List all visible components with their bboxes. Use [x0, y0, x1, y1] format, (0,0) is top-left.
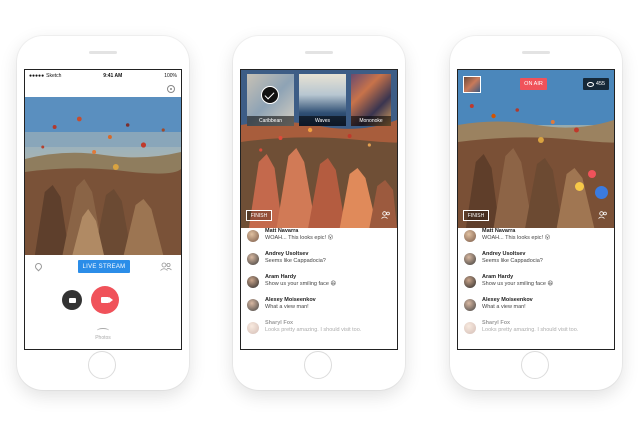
camera-preview	[25, 97, 181, 255]
cappadocia-landscape-image	[25, 97, 181, 255]
cappadocia-landscape-image	[458, 70, 614, 228]
smiley-icon	[575, 182, 584, 191]
filter-item-waves[interactable]: Waves	[299, 74, 346, 126]
like-icon	[595, 186, 608, 199]
comment-author: Sharyl Fox	[265, 320, 294, 326]
comment-author: Aram Hardy	[265, 274, 297, 280]
friends-icon[interactable]	[598, 211, 608, 219]
comment-author: Andrey Usoltsev	[265, 251, 309, 257]
location-icon[interactable]	[33, 261, 44, 272]
phone-live-screen: ON AIR 455 FINISH Matt Navarra WOAH... Th…	[450, 36, 622, 390]
comment-text: Show us your smiling face 😄	[265, 280, 337, 287]
video-camera-icon	[101, 297, 113, 303]
filter-label: Caribbean	[247, 116, 294, 126]
comment-item: Andrey Usoltsev Seems like Cappadocia?	[241, 251, 397, 274]
comment-list: Matt Navarra WOAH... This looks epic! 😮 A…	[241, 228, 397, 343]
comment-text: WOAH... This looks epic! 😮	[482, 234, 551, 241]
camera-icon	[68, 297, 76, 303]
phone-speaker	[89, 51, 117, 54]
viewer-count-badge: 455	[583, 78, 609, 90]
comment-item: Aram Hardy Show us your smiling face 😄	[241, 274, 397, 297]
home-button[interactable]	[304, 351, 332, 379]
avatar	[464, 276, 476, 288]
comment-author: Alexey Moiseenkov	[265, 297, 316, 303]
live-preview	[458, 70, 614, 228]
comment-author: Andrey Usoltsev	[482, 251, 526, 257]
avatar	[464, 230, 476, 242]
phone-camera-screen: ●●●●● Sketch 9:41 AM 100% LIVE STREAM Ph…	[17, 36, 189, 390]
comment-item: Sharyl Fox Looks pretty amazing. I should…	[241, 320, 397, 343]
filter-item-caribbean[interactable]: Caribbean	[247, 74, 294, 126]
home-button[interactable]	[521, 351, 549, 379]
filter-screen: Caribbean Waves Mononoke FINISH Matt Nav…	[240, 69, 398, 350]
comment-author: Alexey Moiseenkov	[482, 297, 533, 303]
finish-button[interactable]: FINISH	[246, 210, 272, 221]
finish-button[interactable]: FINISH	[463, 210, 489, 221]
avatar	[247, 276, 259, 288]
comment-text: Seems like Cappadocia?	[482, 257, 543, 264]
avatar	[247, 322, 259, 334]
camera-screen: ●●●●● Sketch 9:41 AM 100% LIVE STREAM Ph…	[24, 69, 182, 350]
phone-filter-screen: Caribbean Waves Mononoke FINISH Matt Nav…	[233, 36, 405, 390]
phone-speaker	[305, 51, 333, 54]
comment-author: Matt Navarra	[265, 228, 299, 234]
filter-strip: Caribbean Waves Mononoke	[247, 74, 397, 126]
comment-text: What a view man!	[265, 303, 309, 310]
photos-label[interactable]: Photos	[25, 335, 181, 341]
comment-author: Sharyl Fox	[482, 320, 511, 326]
signal-icon: ●●●●●	[29, 72, 45, 79]
gear-icon[interactable]	[167, 85, 175, 93]
record-video-button[interactable]	[91, 286, 119, 314]
comment-author: Matt Navarra	[482, 228, 516, 234]
comment-text: Looks pretty amazing. I should visit too…	[482, 326, 579, 333]
heart-icon	[588, 170, 596, 178]
eye-icon	[586, 81, 594, 87]
status-time: 9:41 AM	[103, 72, 123, 79]
status-bar: ●●●●● Sketch 9:41 AM 100%	[25, 70, 181, 81]
avatar	[464, 322, 476, 334]
comment-text: Looks pretty amazing. I should visit too…	[265, 326, 362, 333]
comment-item: Andrey Usoltsev Seems like Cappadocia?	[458, 251, 614, 274]
home-button[interactable]	[88, 351, 116, 379]
comment-author: Aram Hardy	[482, 274, 514, 280]
comment-item: Alexey Moiseenkov What a view man!	[458, 297, 614, 320]
friends-icon[interactable]	[381, 211, 391, 219]
comment-list: Matt Navarra WOAH... This looks epic! 😮 A…	[458, 228, 614, 343]
comment-item: Matt Navarra WOAH... This looks epic! 😮	[241, 228, 397, 251]
avatar	[464, 299, 476, 311]
filter-label: Waves	[299, 116, 346, 126]
filter-item-mononoke[interactable]: Mononoke	[351, 74, 391, 126]
comment-item: Matt Navarra WOAH... This looks epic! 😮	[458, 228, 614, 251]
battery-label: 100%	[164, 72, 177, 79]
comment-item: Aram Hardy Show us your smiling face 😄	[458, 274, 614, 297]
comment-item: Sharyl Fox Looks pretty amazing. I should…	[458, 320, 614, 343]
comment-item: Alexey Moiseenkov What a view man!	[241, 297, 397, 320]
phone-speaker	[522, 51, 550, 54]
comment-text: Show us your smiling face 😄	[482, 280, 554, 287]
friends-icon[interactable]	[160, 262, 172, 271]
photo-capture-button[interactable]	[62, 290, 82, 310]
avatar	[247, 230, 259, 242]
avatar	[464, 253, 476, 265]
avatar	[247, 299, 259, 311]
chevron-up-icon[interactable]	[97, 328, 109, 333]
viewer-count: 455	[595, 81, 606, 87]
comment-text: WOAH... This looks epic! 😮	[265, 234, 334, 241]
comment-text: What a view man!	[482, 303, 526, 310]
live-stream-button[interactable]: LIVE STREAM	[78, 260, 130, 273]
comment-text: Seems like Cappadocia?	[265, 257, 326, 264]
check-icon	[261, 86, 279, 104]
filter-label: Mononoke	[351, 116, 391, 126]
streamer-avatar	[463, 76, 481, 93]
live-screen: ON AIR 455 FINISH Matt Navarra WOAH... Th…	[457, 69, 615, 350]
carrier-label: Sketch	[46, 72, 62, 79]
on-air-badge: ON AIR	[520, 78, 547, 90]
avatar	[247, 253, 259, 265]
